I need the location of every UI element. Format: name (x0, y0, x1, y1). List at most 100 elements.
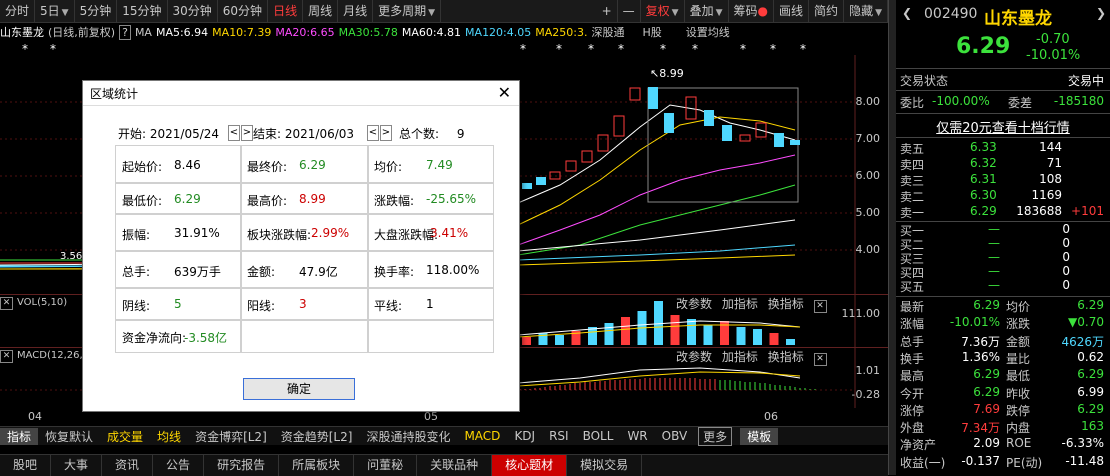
help-icon[interactable]: ? (119, 24, 131, 40)
dialog-titlebar[interactable]: 区域统计 ✕ (83, 81, 519, 106)
sz-connect-link[interactable]: 深股通 (591, 24, 624, 40)
macd-bars (519, 378, 816, 390)
event-star-icon[interactable]: * (800, 42, 806, 56)
high-marker-value: 8.99 (659, 67, 684, 80)
ask-row[interactable]: 卖二 6.30 1169 (896, 188, 1110, 205)
forward-arrow-icon[interactable]: ❯ (1096, 6, 1106, 20)
divider (896, 68, 1110, 69)
ask-label: 卖二 (900, 190, 925, 204)
tab-template[interactable]: 模板 (740, 427, 779, 445)
ma-settings-button[interactable]: 设置均线 (686, 24, 730, 40)
chevron-right-icon[interactable]: > (380, 125, 392, 141)
tab-fenshi[interactable]: 分时 (0, 0, 36, 22)
ask-label: 卖一 (900, 206, 925, 220)
chips-button[interactable]: 筹码● (729, 0, 775, 22)
bid-price: — (988, 236, 1000, 250)
chevron-down-icon: ▼ (671, 8, 679, 18)
ask-volume: 183688 (1016, 204, 1062, 218)
event-star-icon[interactable]: * (22, 42, 28, 56)
tab-announcements[interactable]: 公告 (153, 455, 205, 476)
stats-cell (367, 319, 494, 353)
stats-cell: 平线: 1 (367, 287, 494, 321)
overlay-button[interactable]: 叠加 ▼ (685, 0, 729, 22)
zoom-in-button[interactable]: + (597, 0, 618, 22)
back-arrow-icon[interactable]: ❮ (902, 6, 912, 20)
tab-reset-default[interactable]: 恢复默认 (38, 428, 100, 445)
tab-volume[interactable]: 成交量 (100, 428, 150, 445)
ask-row[interactable]: 卖三 6.31 108 (896, 172, 1110, 189)
stat-value: ▼0.70 (1068, 315, 1104, 330)
event-star-icon[interactable]: * (660, 42, 666, 56)
fuquan-button[interactable]: 复权 ▼ (641, 0, 685, 22)
tab-boll[interactable]: BOLL (576, 429, 621, 443)
tab-rsi[interactable]: RSI (542, 429, 576, 443)
tab-5min[interactable]: 5分钟 (75, 0, 118, 22)
tab-events[interactable]: 大事 (51, 455, 103, 476)
candle (648, 87, 658, 109)
tab-sectors[interactable]: 所属板块 (279, 455, 355, 476)
ask-row[interactable]: 卖四 6.32 71 (896, 156, 1110, 173)
tab-more-period[interactable]: 更多周期 ▼ (373, 0, 442, 22)
tab-fund-trend[interactable]: 资金趋势[L2] (274, 428, 360, 445)
end-date: 2021/06/03 (284, 127, 355, 141)
stat-value: 7.34万 (961, 421, 1000, 436)
zoom-out-button[interactable]: — (618, 0, 641, 22)
ok-button[interactable]: 确定 (243, 378, 355, 400)
hide-button[interactable]: 隐藏 ▼ (844, 0, 888, 22)
bid-volume: 0 (1062, 236, 1070, 250)
tab-weekly[interactable]: 周线 (303, 0, 339, 22)
tab-news[interactable]: 资讯 (102, 455, 154, 476)
tab-more[interactable]: 更多 (698, 426, 733, 446)
event-star-icon[interactable]: * (770, 42, 776, 56)
tab-ma[interactable]: 均线 (150, 428, 188, 445)
tab-monthly[interactable]: 月线 (338, 0, 374, 22)
event-star-icon[interactable]: * (588, 42, 594, 56)
stat-row: 涨停 7.69 跌停 6.29 (896, 402, 1110, 419)
h-share-link[interactable]: H股 (642, 24, 661, 40)
stat-row: 涨幅 -10.01% 涨跌 ▼0.70 (896, 315, 1110, 332)
event-star-icon[interactable]: * (520, 42, 526, 56)
y-label: 4.00 (855, 243, 881, 256)
tab-15min[interactable]: 15分钟 (117, 0, 168, 22)
tab-30min[interactable]: 30分钟 (168, 0, 218, 22)
ask-row[interactable]: 卖五 6.33 144 (896, 140, 1110, 157)
tab-obv[interactable]: OBV (655, 429, 695, 443)
tab-related[interactable]: 关联品种 (417, 455, 493, 476)
ask-row[interactable]: 卖一 6.29 183688 +101 (896, 204, 1110, 221)
chevron-right-icon[interactable]: > (241, 125, 253, 141)
tab-sim-trade[interactable]: 模拟交易 (567, 455, 643, 476)
event-star-icon[interactable]: * (692, 42, 698, 56)
chevron-left-icon[interactable]: < (228, 125, 240, 141)
draw-line-button[interactable]: 画线 (774, 0, 810, 22)
tab-fund-game[interactable]: 资金博弈[L2] (188, 428, 274, 445)
ma60-value: MA60:4.81 (401, 25, 462, 39)
tab-daily[interactable]: 日线 (268, 0, 304, 22)
tab-60min[interactable]: 60分钟 (218, 0, 269, 22)
bid-price: — (988, 222, 1000, 236)
event-star-icon[interactable]: * (618, 42, 624, 56)
tab-sz-holdings[interactable]: 深股通持股变化 (359, 428, 457, 445)
tab-core-themes[interactable]: 核心题材 (492, 455, 568, 476)
tab-kdj[interactable]: KDJ (507, 429, 542, 443)
tab-guba[interactable]: 股吧 (0, 455, 52, 476)
stats-value: 5 (174, 297, 182, 311)
ask-volume: 144 (1039, 140, 1062, 154)
tab-indicator[interactable]: 指标 (0, 427, 39, 445)
y-label: 8.00 (855, 95, 881, 108)
tab-wr[interactable]: WR (620, 429, 654, 443)
close-icon[interactable]: ✕ (498, 83, 511, 102)
chevron-left-icon[interactable]: < (367, 125, 379, 141)
event-star-icon[interactable]: * (50, 42, 56, 56)
event-star-icon[interactable]: * (556, 42, 562, 56)
tab-research[interactable]: 研究报告 (204, 455, 280, 476)
bid-row[interactable]: 买五 — 0 (896, 278, 1110, 295)
simple-button[interactable]: 简约 (809, 0, 845, 22)
weibi-label: 委比 (900, 96, 925, 110)
tab-macd[interactable]: MACD (457, 429, 507, 443)
event-star-icon[interactable]: * (740, 42, 746, 56)
tab-5day[interactable]: 5日 ▼ (35, 0, 75, 22)
tab-ask-board[interactable]: 问董秘 (354, 455, 418, 476)
promo-link[interactable]: 仅需20元查看十档行情 (936, 121, 1070, 136)
ask-volume: 108 (1039, 172, 1062, 186)
divider (896, 137, 1110, 138)
